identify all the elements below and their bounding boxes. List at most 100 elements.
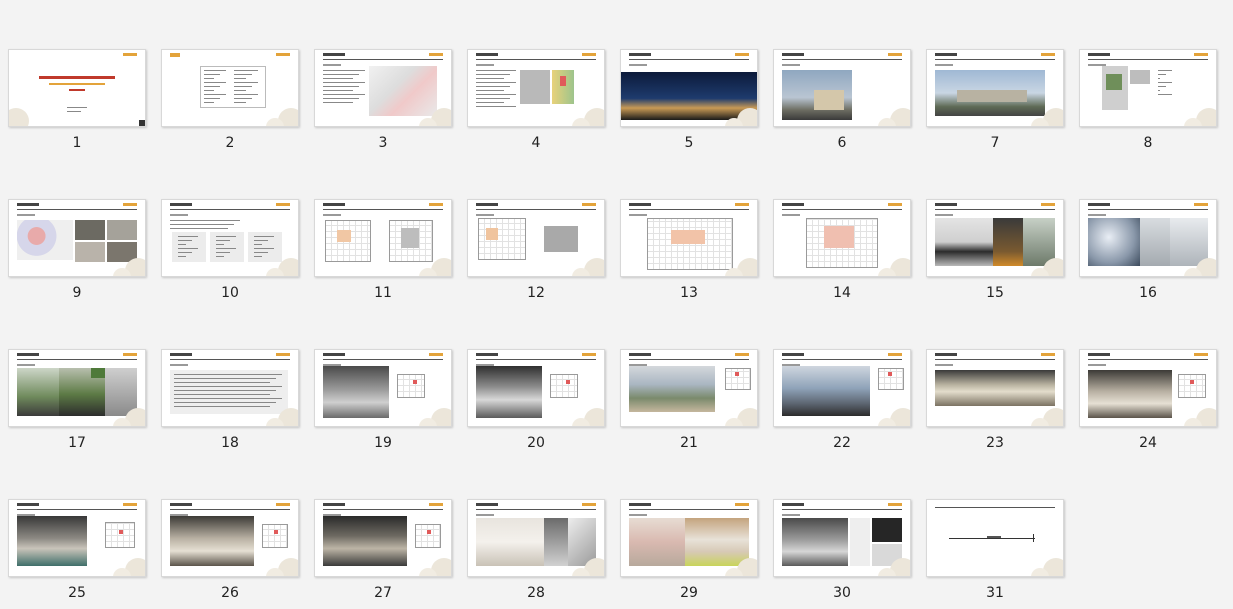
decor-circle [9,108,29,126]
text-line [174,390,276,391]
slide-thumbnail[interactable]: 11 [314,199,452,309]
header-rule [935,209,1055,210]
brand-logo [888,353,902,356]
slide-preview[interactable] [314,349,452,427]
text-line [204,98,220,99]
slide-thumbnail[interactable]: 30 [773,499,911,609]
slide-preview[interactable] [926,49,1064,127]
slide-preview[interactable] [314,49,452,127]
photo [560,76,566,86]
slide-thumbnail[interactable]: 14 [773,199,911,309]
slide-preview[interactable] [8,49,146,127]
slide-thumbnail[interactable]: 16 [1079,199,1217,309]
slide-thumbnail[interactable]: 26 [161,499,299,609]
slide-preview[interactable] [926,199,1064,277]
slide-thumbnail[interactable]: 22 [773,349,911,459]
closing-tick [1033,534,1034,542]
slide-preview[interactable] [926,499,1064,577]
slide-thumbnail[interactable]: 29 [620,499,758,609]
photo [170,516,254,566]
slide-preview[interactable] [161,499,299,577]
slide-thumbnail[interactable]: 28 [467,499,605,609]
brand-logo [1041,53,1055,56]
slide-thumbnail[interactable]: 19 [314,349,452,459]
subtitle-mark [17,214,35,216]
text-line [204,70,226,71]
header-rule [1088,59,1208,60]
slide-thumbnail[interactable]: 27 [314,499,452,609]
text-line [204,102,214,103]
text-line [323,86,359,87]
photo [75,220,105,240]
brand-logo [276,53,290,56]
slide-preview[interactable] [161,49,299,127]
slide-preview[interactable] [773,49,911,127]
photo [629,518,685,566]
photo [1088,218,1140,266]
text-line [234,86,252,87]
photo [170,370,288,414]
slide-preview[interactable] [773,349,911,427]
slide-thumbnail[interactable]: 23 [926,349,1064,459]
slide-preview[interactable] [620,499,758,577]
slide-preview[interactable] [161,199,299,277]
text-line [323,98,359,99]
slide-preview[interactable] [773,199,911,277]
slide-thumbnail[interactable]: 17 [8,349,146,459]
slide-preview[interactable] [1079,49,1217,127]
slide-thumbnail[interactable]: 21 [620,349,758,459]
slide-preview[interactable] [314,499,452,577]
photo [824,226,854,248]
cover-title [39,76,115,79]
slide-thumbnail[interactable]: 20 [467,349,605,459]
slide-preview[interactable] [620,349,758,427]
slide-thumbnail[interactable]: 9 [8,199,146,309]
slide-thumbnail[interactable]: 2 [161,49,299,159]
text-line [178,240,192,241]
text-line [254,240,268,241]
slide-thumbnail[interactable]: 5 [620,49,758,159]
slide-preview[interactable] [161,349,299,427]
slide-preview[interactable] [8,199,146,277]
slide-preview[interactable] [467,49,605,127]
slide-thumbnail[interactable]: 8 [1079,49,1217,159]
slide-preview[interactable] [467,349,605,427]
text-line [178,252,192,253]
photo [17,368,59,416]
text-line [476,90,504,91]
slide-thumbnail[interactable]: 7 [926,49,1064,159]
slide-preview[interactable] [773,499,911,577]
text-line [170,224,234,225]
slide-preview[interactable] [620,49,758,127]
slide-thumbnail[interactable]: 3 [314,49,452,159]
slide-thumbnail[interactable]: 4 [467,49,605,159]
photo [782,366,870,416]
brand-logo [888,53,902,56]
closing-text [987,536,1001,538]
slide-preview[interactable] [314,199,452,277]
slide-thumbnail[interactable]: 10 [161,199,299,309]
slide-thumbnail[interactable]: 12 [467,199,605,309]
slide-thumbnail[interactable]: 24 [1079,349,1217,459]
section-tag [935,53,957,56]
slide-thumbnail[interactable]: 25 [8,499,146,609]
slide-thumbnail[interactable]: 13 [620,199,758,309]
slide-preview[interactable] [467,499,605,577]
slide-thumbnail[interactable]: 6 [773,49,911,159]
slide-preview[interactable] [467,199,605,277]
slide-thumbnail[interactable]: 1 [8,49,146,159]
slide-preview[interactable] [1079,349,1217,427]
brand-logo [1041,203,1055,206]
slide-thumbnail[interactable]: 15 [926,199,1064,309]
slide-thumbnail[interactable]: 18 [161,349,299,459]
floor-plan [550,374,578,398]
brand-logo [123,203,137,206]
slide-preview[interactable] [1079,199,1217,277]
brand-logo [429,53,443,56]
floor-plan [262,524,288,548]
slide-preview[interactable] [926,349,1064,427]
slide-preview[interactable] [8,349,146,427]
slide-preview[interactable] [8,499,146,577]
slide-thumbnail[interactable]: 31 [926,499,1064,609]
slide-preview[interactable] [620,199,758,277]
